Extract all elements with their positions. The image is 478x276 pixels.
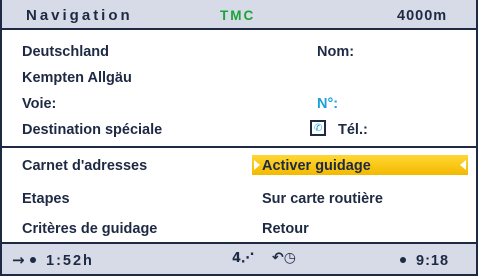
- screen-frame: [0, 0, 478, 276]
- navigation-screen: Navigation TMC 4000m Deutschland Nom: Ke…: [0, 0, 478, 276]
